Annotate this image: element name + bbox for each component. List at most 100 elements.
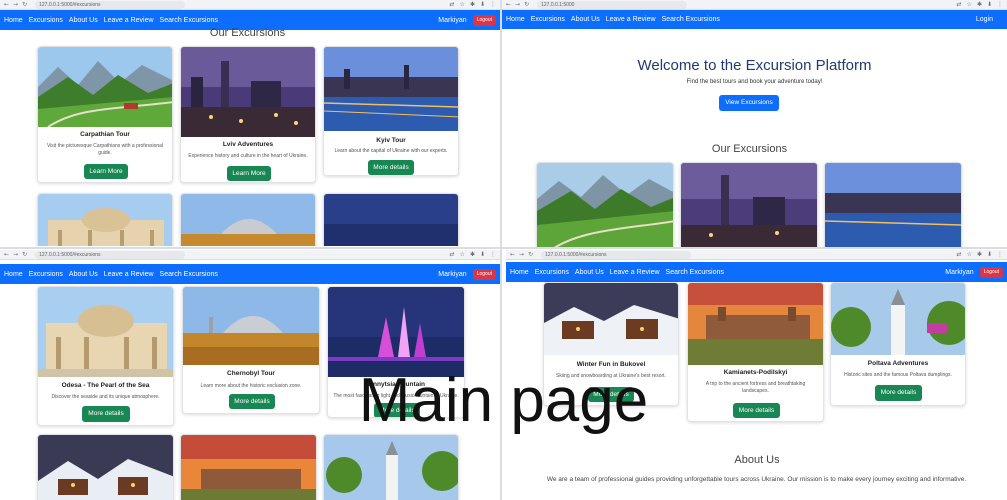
card-title: Carpathian Tour — [80, 131, 130, 138]
more-details-button[interactable]: More details — [368, 160, 414, 175]
card-image-bukovel — [38, 435, 173, 500]
more-details-button[interactable]: More details — [374, 403, 420, 417]
nav-excursions[interactable]: Excursions — [531, 16, 565, 23]
card-title: Lviv Adventures — [222, 141, 274, 148]
forward-arrow-icon[interactable]: → — [515, 1, 520, 8]
nav-review[interactable]: Leave a Review — [104, 271, 154, 278]
nav-home[interactable]: Home — [4, 271, 23, 278]
reload-icon[interactable]: ↻ — [528, 251, 533, 258]
card-title: Winter Fun in Bukovel — [576, 361, 646, 368]
nav-review[interactable]: Leave a Review — [610, 269, 660, 276]
nav-about[interactable]: About Us — [69, 17, 98, 24]
star-icon[interactable]: ☆ — [460, 251, 465, 258]
nav-excursions[interactable]: Excursions — [29, 17, 63, 24]
card-image-poltava — [831, 283, 965, 355]
back-arrow-icon[interactable]: ← — [506, 1, 511, 8]
nav-search[interactable]: Search Excursions — [160, 17, 218, 24]
download-icon[interactable]: ⬇ — [987, 1, 992, 8]
nav-excursions[interactable]: Excursions — [535, 269, 569, 276]
nav-excursions[interactable]: Excursions — [29, 271, 63, 278]
nav-about[interactable]: About Us — [69, 271, 98, 278]
logout-button[interactable]: Logout — [472, 268, 496, 280]
card-image-odesa — [38, 194, 172, 246]
download-icon[interactable]: ⬇ — [480, 251, 485, 258]
reload-icon[interactable]: ↻ — [22, 251, 27, 258]
card-title: Poltava Adventures — [867, 360, 929, 367]
nav-about[interactable]: About Us — [575, 269, 604, 276]
panel-excursions-bottom-left: ← → ↻ 127.0.0.1:5000/#excursions ⇄ ☆ ✱ ⬇… — [0, 250, 500, 500]
card-title: Kyiv Tour — [376, 137, 406, 144]
nav-about[interactable]: About Us — [571, 16, 600, 23]
translate-icon[interactable]: ⇄ — [450, 1, 455, 8]
back-arrow-icon[interactable]: ← — [510, 251, 515, 258]
card-description: A trip to the ancient fortress and breat… — [705, 381, 806, 395]
card-chernobyl-partial — [180, 193, 316, 246]
extensions-icon[interactable]: ✱ — [470, 251, 475, 258]
more-details-button[interactable]: More details — [229, 394, 275, 409]
back-arrow-icon[interactable]: ← — [4, 251, 9, 258]
view-excursions-button[interactable]: View Excursions — [719, 95, 779, 111]
card-title: Chernobyl Tour — [227, 370, 275, 377]
reload-icon[interactable]: ↻ — [22, 1, 27, 8]
translate-icon[interactable]: ⇄ — [957, 1, 962, 8]
card-kyiv: Kyiv Tour Learn about the capital of Ukr… — [323, 46, 459, 176]
nav-review[interactable]: Leave a Review — [606, 16, 656, 23]
card-kamianets: Kamianets-Podilskyi A trip to the ancien… — [687, 282, 824, 422]
extensions-icon[interactable]: ✱ — [470, 1, 475, 8]
star-icon[interactable]: ☆ — [967, 251, 972, 258]
extensions-icon[interactable]: ✱ — [977, 1, 982, 8]
screenshot-collage: ← → ↻ 127.0.0.1:5000/#excursions ⇄ ☆ ✱ ⬇… — [0, 0, 1007, 500]
translate-icon[interactable]: ⇄ — [957, 251, 962, 258]
nav-home[interactable]: Home — [506, 16, 525, 23]
logout-button[interactable]: Logout — [472, 14, 496, 26]
navbar: Home Excursions About Us Leave a Review … — [506, 262, 1007, 282]
nav-search[interactable]: Search Excursions — [662, 16, 720, 23]
star-icon[interactable]: ☆ — [967, 1, 972, 8]
section-title: Our Excursions — [711, 143, 788, 155]
card-description: Learn about the capital of Ukraine with … — [334, 148, 448, 154]
nav-search[interactable]: Search Excursions — [160, 271, 218, 278]
card-image-kamianets — [181, 435, 316, 500]
card-kamianets-partial — [180, 434, 317, 500]
nav-home[interactable]: Home — [510, 269, 529, 276]
address-bar[interactable]: 127.0.0.1:5000/#excursions — [35, 250, 186, 259]
learn-more-button[interactable]: Learn More — [227, 166, 271, 181]
address-bar[interactable]: 127.0.0.1:5000 — [537, 0, 688, 9]
nav-review[interactable]: Leave a Review — [104, 17, 154, 24]
address-bar[interactable]: 127.0.0.1:5000/#excursions — [541, 250, 692, 259]
download-icon[interactable]: ⬇ — [480, 1, 485, 8]
reload-icon[interactable]: ↻ — [524, 1, 529, 8]
login-link[interactable]: Login — [976, 16, 993, 23]
nav-search[interactable]: Search Excursions — [666, 269, 724, 276]
navbar: Home Excursions About Us Leave a Review … — [0, 264, 500, 284]
more-details-button[interactable]: More details — [875, 385, 922, 401]
learn-more-button[interactable]: Learn More — [84, 164, 128, 179]
back-arrow-icon[interactable]: ← — [4, 1, 9, 8]
card-image-bukovel — [544, 283, 678, 355]
card-image-lviv — [681, 163, 817, 248]
forward-arrow-icon[interactable]: → — [13, 1, 18, 8]
card-lviv: Lviv Adventures Experience history and c… — [180, 46, 316, 183]
more-details-button[interactable]: More details — [82, 406, 130, 422]
more-details-button[interactable]: More details — [588, 387, 634, 402]
menu-icon[interactable]: ⋮ — [490, 251, 496, 258]
card-image-carpathian — [38, 47, 172, 127]
address-bar[interactable]: 127.0.0.1:5000/#excursions — [35, 0, 186, 9]
menu-icon[interactable]: ⋮ — [997, 1, 1003, 8]
card-carpathian — [536, 162, 674, 248]
extensions-icon[interactable]: ✱ — [977, 251, 982, 258]
forward-arrow-icon[interactable]: → — [13, 251, 18, 258]
logout-button[interactable]: Logout — [979, 266, 1003, 278]
nav-home[interactable]: Home — [4, 17, 23, 24]
menu-icon[interactable]: ⋮ — [490, 1, 496, 8]
divider-horizontal — [0, 247, 1007, 249]
card-chernobyl: Chernobyl Tour Learn more about the hist… — [182, 286, 320, 414]
more-details-button[interactable]: More details — [733, 403, 780, 418]
download-icon[interactable]: ⬇ — [987, 251, 992, 258]
star-icon[interactable]: ☆ — [460, 1, 465, 8]
translate-icon[interactable]: ⇄ — [450, 251, 455, 258]
forward-arrow-icon[interactable]: → — [519, 251, 524, 258]
card-image-odesa — [38, 287, 173, 377]
card-vinnytsia-partial — [323, 193, 459, 246]
menu-icon[interactable]: ⋮ — [997, 251, 1003, 258]
